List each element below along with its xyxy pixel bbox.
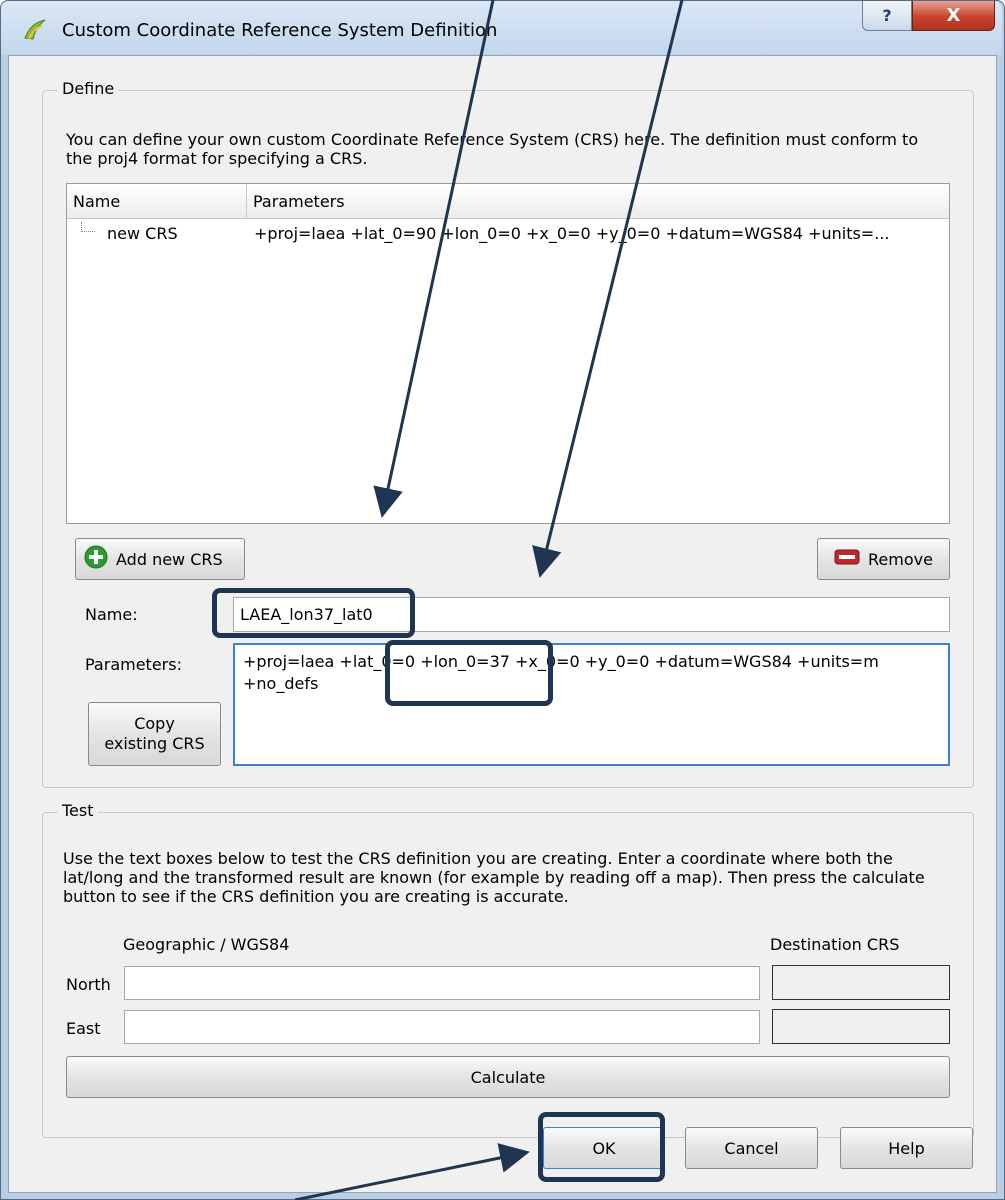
north-destination-output (772, 965, 950, 1000)
name-label: Name: (85, 605, 138, 624)
test-description: Use the text boxes below to test the CRS… (63, 849, 925, 906)
east-input[interactable] (124, 1010, 760, 1044)
parameters-highlight-box (385, 640, 553, 706)
window-title: Custom Coordinate Reference System Defin… (62, 20, 498, 41)
parameters-line-1: +proj=laea +lat_0=0 +lon_0=37 +x_0=0 +y_… (243, 652, 879, 671)
add-new-crs-button[interactable]: Add new CRS (75, 538, 245, 580)
copy-label-line-1: Copy (134, 714, 175, 733)
geographic-header: Geographic / WGS84 (123, 935, 290, 954)
define-description: You can define your own custom Coordinat… (66, 130, 919, 168)
remove-label: Remove (868, 549, 933, 569)
remove-button[interactable]: Remove (817, 538, 950, 580)
copy-label-line-2: existing CRS (104, 734, 205, 753)
north-input[interactable] (124, 966, 760, 1000)
name-highlight-box (212, 588, 415, 638)
cancel-button[interactable]: Cancel (685, 1127, 818, 1169)
column-header-name[interactable]: Name (67, 184, 247, 219)
close-button[interactable]: X (912, 1, 995, 31)
row-parameters-cell: +proj=laea +lat_0=90 +lon_0=0 +x_0=0 +y_… (254, 224, 890, 243)
define-group-title: Define (58, 79, 119, 98)
copy-existing-crs-button[interactable]: Copy existing CRS (88, 702, 221, 766)
east-destination-output (772, 1009, 950, 1044)
ok-highlight-box (538, 1112, 665, 1182)
crs-table[interactable]: Name Parameters new CRS +proj=laea +lat_… (66, 183, 950, 524)
east-label: East (66, 1019, 101, 1038)
column-header-parameters[interactable]: Parameters (247, 184, 949, 219)
north-label: North (66, 975, 111, 994)
remove-icon (834, 549, 860, 569)
qgis-app-icon (22, 18, 48, 42)
context-help-button[interactable]: ? (862, 1, 912, 31)
help-button[interactable]: Help (840, 1127, 973, 1169)
plus-icon (84, 545, 108, 573)
parameters-label: Parameters: (85, 655, 182, 674)
row-name-cell: new CRS (107, 224, 178, 243)
parameters-textarea[interactable]: +proj=laea +lat_0=0 +lon_0=37 +x_0=0 +y_… (233, 643, 950, 766)
destination-crs-header: Destination CRS (770, 935, 900, 954)
calculate-button[interactable]: Calculate (66, 1056, 950, 1098)
add-new-crs-label: Add new CRS (116, 549, 223, 569)
table-row[interactable]: new CRS +proj=laea +lat_0=90 +lon_0=0 +x… (67, 220, 949, 248)
tree-branch-line (81, 222, 95, 232)
test-group-title: Test (58, 801, 98, 820)
parameters-line-2: +no_defs (243, 674, 319, 693)
